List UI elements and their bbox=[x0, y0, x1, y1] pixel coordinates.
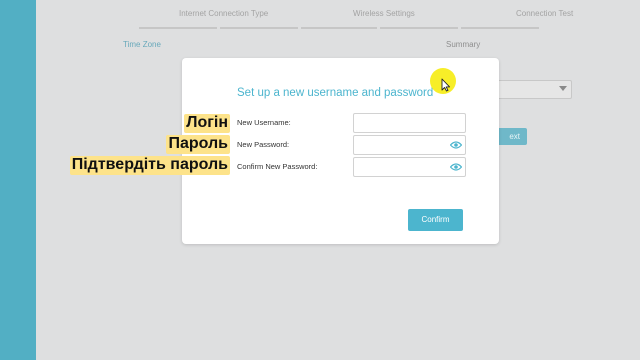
annotation-login: Логін bbox=[184, 114, 230, 133]
confirm-password-input[interactable] bbox=[353, 157, 466, 177]
progress-segment bbox=[380, 27, 458, 29]
new-password-input[interactable] bbox=[353, 135, 466, 155]
annotation-password: Пароль bbox=[166, 135, 230, 154]
chevron-down-icon bbox=[559, 86, 567, 91]
progress-segment bbox=[220, 27, 298, 29]
new-username-input[interactable] bbox=[353, 113, 466, 133]
username-label: New Username: bbox=[237, 118, 291, 127]
new-password-label: New Password: bbox=[237, 140, 290, 149]
mouse-cursor-icon bbox=[441, 78, 451, 92]
progress-segment bbox=[301, 27, 377, 29]
step-connection-test: Connection Test bbox=[516, 9, 574, 18]
progress-segment bbox=[461, 27, 539, 29]
confirm-password-label: Confirm New Password: bbox=[237, 162, 318, 171]
left-sidebar bbox=[0, 0, 36, 360]
progress-segment bbox=[139, 27, 217, 29]
confirm-button[interactable]: Confirm bbox=[408, 209, 463, 231]
time-zone-select[interactable] bbox=[496, 80, 572, 99]
step-wireless-settings: Wireless Settings bbox=[353, 9, 415, 18]
annotation-confirm-password: Підтвердіть пароль bbox=[69, 156, 230, 175]
eye-icon[interactable] bbox=[450, 162, 462, 172]
eye-icon[interactable] bbox=[450, 140, 462, 150]
step-internet-connection-type: Internet Connection Type bbox=[179, 9, 269, 18]
step-summary: Summary bbox=[446, 40, 481, 49]
dialog-title: Set up a new username and password bbox=[237, 87, 434, 99]
step-time-zone: Time Zone bbox=[123, 40, 161, 49]
